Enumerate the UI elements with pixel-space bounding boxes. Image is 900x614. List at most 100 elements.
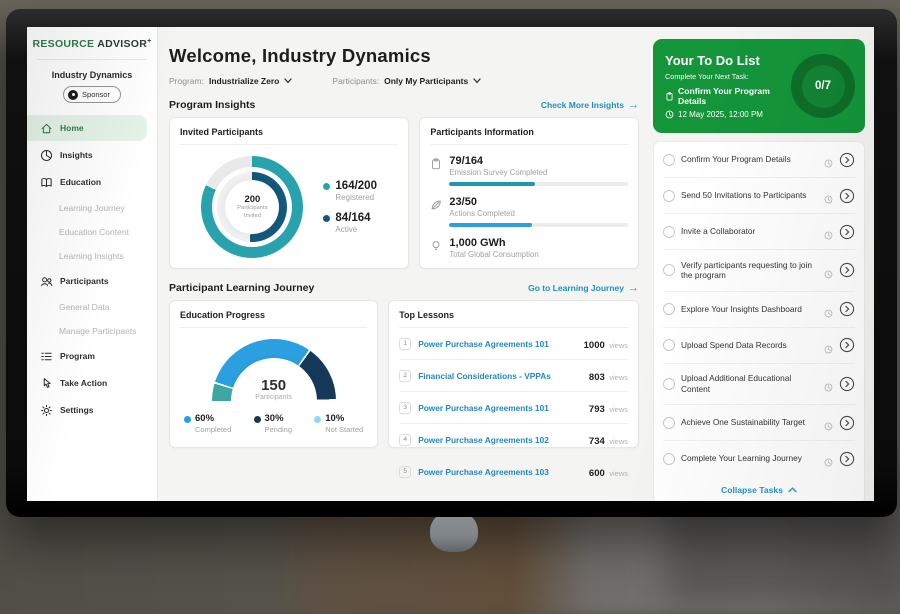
task-checkbox[interactable] bbox=[663, 264, 675, 276]
sponsor-label: Sponsor bbox=[82, 90, 110, 99]
sidebar-item-insights[interactable]: Insights bbox=[27, 142, 147, 168]
stat-value: 1,000 GWh bbox=[449, 237, 628, 249]
lesson-views: 793 views bbox=[589, 399, 628, 417]
pie-chart-icon bbox=[40, 149, 53, 162]
task-row[interactable]: Invite a Collaborator bbox=[663, 214, 855, 250]
task-checkbox[interactable] bbox=[663, 339, 675, 351]
progress-bar-actions-completed bbox=[449, 223, 628, 227]
monitor-bezel: RESOURCE ADVISOR+ Industry Dynamics Spon… bbox=[6, 9, 897, 517]
task-row[interactable]: Complete Your Learning Journey bbox=[663, 441, 855, 476]
lesson-row: 4 Power Purchase Agreements 102 734 view… bbox=[399, 424, 628, 456]
task-row[interactable]: Confirm Your Program Details bbox=[663, 142, 855, 178]
sidebar-item-home[interactable]: Home bbox=[27, 115, 147, 141]
todo-title: Your To Do List bbox=[665, 53, 785, 68]
task-chevron-button[interactable] bbox=[839, 415, 855, 431]
clock-icon bbox=[824, 227, 833, 236]
stat-total-consumption: 1,000 GWh Total Global Consumption bbox=[430, 237, 628, 259]
lesson-rank: 5 bbox=[399, 466, 411, 478]
gauge-center-value: 150 bbox=[212, 377, 336, 394]
legend-value: 84/164 bbox=[335, 212, 370, 224]
sidebar-item-education[interactable]: Education bbox=[27, 169, 147, 195]
lesson-views: 803 views bbox=[589, 367, 628, 385]
donut-legend: 164/200 Registered 84/164 Active bbox=[323, 170, 377, 244]
sidebar-item-program[interactable]: Program bbox=[27, 343, 147, 369]
link-label: Go to Learning Journey bbox=[528, 283, 624, 293]
task-chevron-button[interactable] bbox=[839, 376, 855, 392]
gear-icon bbox=[40, 404, 53, 417]
sidebar-item-learning-insights[interactable]: Learning Insights bbox=[27, 244, 147, 267]
link-label: Check More Insights bbox=[541, 100, 624, 110]
todo-panel: Your To Do List Complete Your Next Task:… bbox=[648, 27, 874, 501]
lesson-link[interactable]: Power Purchase Agreements 101 bbox=[418, 403, 582, 413]
collapse-tasks-link[interactable]: Collapse Tasks bbox=[663, 476, 855, 501]
task-checkbox[interactable] bbox=[663, 417, 675, 429]
check-more-insights-link[interactable]: Check More Insights → bbox=[541, 100, 639, 111]
task-row[interactable]: Achieve One Sustainability Target bbox=[663, 405, 855, 441]
task-chevron-button[interactable] bbox=[839, 262, 855, 278]
task-chevron-button[interactable] bbox=[839, 451, 855, 467]
task-chevron-button[interactable] bbox=[839, 337, 855, 353]
program-filter[interactable]: Program: Industrialize Zero bbox=[169, 76, 292, 86]
todo-next-task-label: Confirm Your Program Details bbox=[678, 86, 785, 106]
sidebar-nav: Home Insights Education Learning Journey… bbox=[27, 115, 157, 423]
todo-due-label: 12 May 2025, 12:00 PM bbox=[678, 110, 763, 119]
sidebar-item-general-data[interactable]: General Data bbox=[27, 295, 147, 318]
card-title: Participants Information bbox=[430, 127, 628, 145]
lesson-link[interactable]: Power Purchase Agreements 103 bbox=[418, 467, 582, 477]
lesson-link[interactable]: Power Purchase Agreements 101 bbox=[418, 339, 576, 349]
task-checkbox[interactable] bbox=[663, 190, 675, 202]
task-checkbox[interactable] bbox=[663, 226, 675, 238]
sidebar-item-label: Education bbox=[60, 177, 101, 187]
logo-advisor: ADVISOR bbox=[97, 38, 147, 50]
sidebar-item-settings[interactable]: Settings bbox=[27, 397, 147, 423]
sidebar-item-participants[interactable]: Participants bbox=[27, 268, 147, 294]
chevron-down-icon bbox=[473, 76, 481, 86]
book-icon bbox=[40, 176, 53, 189]
donut-center-label: Participants bbox=[237, 205, 267, 213]
clock-icon bbox=[824, 341, 833, 350]
task-row[interactable]: Explore Your Insights Dashboard bbox=[663, 292, 855, 328]
participants-information-card: Participants Information 79/164 Emission… bbox=[419, 117, 639, 269]
legend-value: 30% bbox=[265, 413, 293, 424]
participants-filter-label: Participants: bbox=[332, 76, 379, 86]
legend-label: Registered bbox=[335, 193, 377, 202]
task-row[interactable]: Send 50 Invitations to Participants bbox=[663, 178, 855, 214]
task-chevron-button[interactable] bbox=[839, 152, 855, 168]
lesson-row: 5 Power Purchase Agreements 103 600 view… bbox=[399, 456, 628, 487]
sidebar-item-manage-participants[interactable]: Manage Participants bbox=[27, 319, 147, 342]
progress-fill bbox=[449, 223, 531, 227]
sidebar-item-learning-journey[interactable]: Learning Journey bbox=[27, 196, 147, 219]
task-chevron-button[interactable] bbox=[839, 224, 855, 240]
participants-filter[interactable]: Participants: Only My Participants bbox=[332, 76, 481, 86]
sidebar-item-education-content[interactable]: Education Content bbox=[27, 220, 147, 243]
learning-journey-header: Participant Learning Journey Go to Learn… bbox=[169, 282, 639, 294]
clock-icon bbox=[824, 418, 833, 427]
lesson-row: 1 Power Purchase Agreements 101 1000 vie… bbox=[399, 328, 628, 360]
lesson-link[interactable]: Power Purchase Agreements 102 bbox=[418, 435, 582, 445]
task-chevron-button[interactable] bbox=[839, 188, 855, 204]
sidebar-item-label: Insights bbox=[60, 150, 93, 160]
sponsor-badge[interactable]: Sponsor bbox=[63, 86, 121, 103]
todo-next-task: Confirm Your Program Details bbox=[665, 86, 785, 106]
task-checkbox[interactable] bbox=[663, 303, 675, 315]
go-to-learning-journey-link[interactable]: Go to Learning Journey → bbox=[528, 283, 639, 294]
task-row[interactable]: Upload Spend Data Records bbox=[663, 328, 855, 364]
logo-resource: RESOURCE bbox=[32, 38, 94, 50]
gauge-center-label: Participants bbox=[212, 394, 336, 401]
task-row[interactable]: Verify participants requesting to join t… bbox=[663, 250, 855, 292]
task-chevron-button[interactable] bbox=[839, 301, 855, 317]
clock-icon bbox=[824, 266, 833, 275]
task-checkbox[interactable] bbox=[663, 453, 675, 465]
lesson-link[interactable]: Financial Considerations - VPPAs bbox=[418, 371, 582, 381]
task-checkbox[interactable] bbox=[663, 378, 675, 390]
task-row[interactable]: Upload Additional Educational Content bbox=[663, 364, 855, 406]
section-title-program-insights: Program Insights bbox=[169, 99, 255, 111]
todo-subtitle: Complete Your Next Task: bbox=[665, 72, 785, 81]
sidebar-item-label: General Data bbox=[59, 302, 110, 312]
task-checkbox[interactable] bbox=[663, 154, 675, 166]
list-icon bbox=[40, 350, 53, 363]
sidebar-item-label: Manage Participants bbox=[59, 326, 137, 336]
participants-filter-value: Only My Participants bbox=[384, 76, 468, 86]
sidebar-item-take-action[interactable]: Take Action bbox=[27, 370, 147, 396]
clipboard-icon bbox=[665, 92, 674, 101]
